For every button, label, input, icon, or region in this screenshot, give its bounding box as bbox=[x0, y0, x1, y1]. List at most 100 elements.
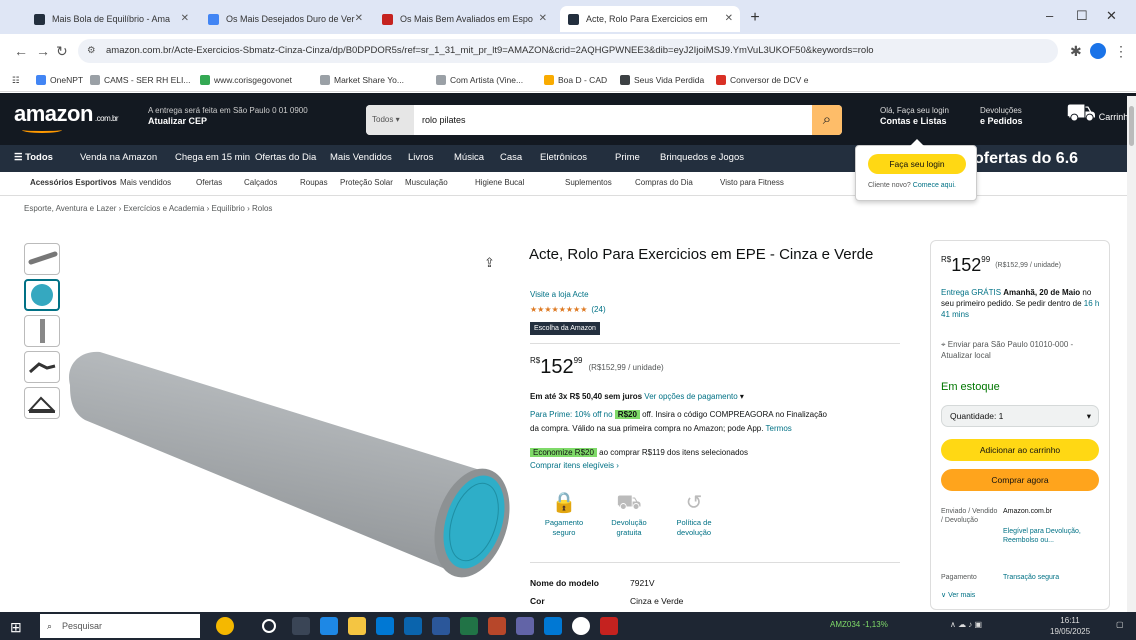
app-icon[interactable] bbox=[600, 617, 618, 635]
feature-return-policy[interactable]: ↺ Política de devolução bbox=[663, 488, 725, 538]
browser-tab-active[interactable]: Acte, Rolo Para Exercicios em ✕ bbox=[560, 6, 740, 32]
cart-button[interactable]: ⛟ Carrinho bbox=[1066, 101, 1133, 125]
reload-icon[interactable]: ↻ bbox=[56, 43, 68, 60]
thumbnail[interactable] bbox=[24, 351, 60, 383]
subnav-item[interactable]: Proteção Solar bbox=[340, 178, 393, 187]
search-input[interactable]: rolo pilates bbox=[422, 105, 466, 135]
subnav-item[interactable]: Suplementos bbox=[565, 178, 612, 187]
site-info-icon[interactable]: ⚙ bbox=[87, 39, 96, 63]
subnav-item[interactable]: Visto para Fitness bbox=[720, 178, 784, 187]
subnav-item[interactable]: Mais vendidos bbox=[120, 178, 171, 187]
stock-ticker[interactable]: AMZ034 -1,13% bbox=[830, 620, 888, 629]
apps-icon[interactable]: ☷ bbox=[12, 72, 20, 88]
bookmark-item[interactable]: CAMS - SER RH ELI... bbox=[90, 72, 190, 88]
nav-item[interactable]: Prime bbox=[615, 152, 640, 163]
thumbnail[interactable] bbox=[24, 315, 60, 347]
see-more-link[interactable]: ∨ Ver mais bbox=[941, 591, 975, 600]
deliver-to[interactable]: A entrega será feita em São Paulo 0 01 0… bbox=[148, 105, 308, 127]
system-tray-icons[interactable]: ∧ ☁ ♪ ▣ bbox=[950, 620, 982, 629]
extensions-icon[interactable]: ✱ bbox=[1070, 43, 1082, 60]
bookmark-item[interactable]: Seus Vida Perdida bbox=[620, 72, 704, 88]
bookmark-item[interactable]: www.corisgegovonet bbox=[200, 72, 292, 88]
search-icon[interactable]: ⌕ bbox=[812, 105, 842, 135]
promo-banner[interactable]: ofertas do 6.6 bbox=[974, 145, 1078, 172]
close-window-icon[interactable]: ✕ bbox=[1106, 8, 1117, 24]
task-view-icon[interactable] bbox=[292, 617, 310, 635]
store-icon[interactable] bbox=[376, 617, 394, 635]
ship-location[interactable]: ⌖ Enviar para São Paulo 01010-000 - Atua… bbox=[941, 339, 1103, 361]
scrollbar-thumb[interactable] bbox=[1129, 106, 1134, 146]
bookmark-item[interactable]: OneNPT bbox=[36, 72, 83, 88]
url-bar[interactable]: ⚙ amazon.com.br/Acte-Exercicios-Sbmatz-C… bbox=[78, 39, 1058, 63]
scrollbar[interactable] bbox=[1127, 96, 1136, 612]
powerpoint-icon[interactable] bbox=[488, 617, 506, 635]
windows-start-icon[interactable]: ⊞ bbox=[10, 619, 22, 636]
terms-link[interactable]: Termos bbox=[766, 424, 792, 433]
cortana-icon[interactable] bbox=[262, 619, 276, 633]
close-icon[interactable]: ✕ bbox=[725, 6, 733, 32]
file-explorer-icon[interactable] bbox=[348, 617, 366, 635]
nav-item[interactable]: Venda na Amazon bbox=[80, 152, 157, 163]
review-count[interactable]: (24) bbox=[591, 305, 605, 314]
buy-now-button[interactable]: Comprar agora bbox=[941, 469, 1099, 491]
account-menu[interactable]: Olá, Faça seu login Contas e Listas bbox=[880, 105, 949, 127]
close-icon[interactable]: ✕ bbox=[539, 6, 547, 32]
mail-icon[interactable] bbox=[404, 617, 422, 635]
eligible-items-link[interactable]: Comprar itens elegíveis › bbox=[530, 461, 619, 470]
quantity-select[interactable]: Quantidade: 1 ▾ bbox=[941, 405, 1099, 427]
feature-secure-payment[interactable]: 🔒 Pagamento seguro bbox=[533, 488, 595, 538]
thumbnail[interactable] bbox=[24, 243, 60, 275]
word-icon[interactable] bbox=[432, 617, 450, 635]
signin-button[interactable]: Faça seu login bbox=[868, 154, 966, 174]
maximize-icon[interactable]: ☐ bbox=[1076, 8, 1088, 24]
search-category-select[interactable]: Todos ▾ bbox=[366, 105, 414, 135]
nav-item[interactable]: Mais Vendidos bbox=[330, 152, 392, 163]
forward-icon[interactable]: → bbox=[36, 43, 50, 59]
nav-item[interactable]: Chega em 15 min bbox=[175, 152, 250, 163]
subnav-item[interactable]: Roupas bbox=[300, 178, 328, 187]
rating-stars[interactable]: ★★★★★★★★ (24) bbox=[530, 305, 606, 314]
breadcrumb[interactable]: Esporte, Aventura e Lazer › Exercícios e… bbox=[24, 204, 272, 213]
weather-icon[interactable] bbox=[216, 617, 234, 635]
subnav-item[interactable]: Compras do Dia bbox=[635, 178, 693, 187]
bookmark-item[interactable]: Market Share Yo... bbox=[320, 72, 404, 88]
browser-tab[interactable]: Mais Bola de Equilíbrio - Ama ✕ bbox=[26, 6, 196, 32]
share-icon[interactable]: ⇪ bbox=[484, 255, 495, 271]
subnav-item[interactable]: Musculação bbox=[405, 178, 448, 187]
amazon-logo[interactable]: amazon .com.br bbox=[14, 101, 119, 133]
browser-tab[interactable]: Os Mais Desejados Duro de Ver ✕ bbox=[200, 6, 370, 32]
start-here-link[interactable]: Comece aqui. bbox=[913, 182, 956, 189]
subnav-item[interactable]: Acessórios Esportivos bbox=[30, 178, 117, 187]
minimize-icon[interactable]: – bbox=[1046, 8, 1053, 23]
store-link[interactable]: Visite a loja Acte bbox=[530, 290, 589, 299]
subnav-item[interactable]: Ofertas bbox=[196, 178, 222, 187]
browser-tab[interactable]: Os Mais Bem Avaliados em Espo ✕ bbox=[374, 6, 554, 32]
nav-item[interactable]: Música bbox=[454, 152, 484, 163]
profile-avatar[interactable] bbox=[1090, 43, 1106, 59]
payment-options-link[interactable]: Ver opções de pagamento bbox=[644, 392, 737, 401]
clock[interactable]: 16:11 19/05/2025 bbox=[1050, 615, 1090, 637]
nav-item[interactable]: Brinquedos e Jogos bbox=[660, 152, 744, 163]
nav-item[interactable]: Ofertas do Dia bbox=[255, 152, 316, 163]
bookmark-item[interactable]: Com Artista (Vine... bbox=[436, 72, 523, 88]
add-to-cart-button[interactable]: Adicionar ao carrinho bbox=[941, 439, 1099, 461]
returns-value[interactable]: Elegível para Devolução, Reembolso ou... bbox=[1003, 527, 1099, 545]
bookmark-item[interactable]: Boa D - CAD bbox=[544, 72, 607, 88]
thumbnail-selected[interactable] bbox=[24, 279, 60, 311]
new-tab-button[interactable]: + bbox=[745, 8, 765, 28]
subnav-item[interactable]: Calçados bbox=[244, 178, 277, 187]
nav-all[interactable]: ☰ Todos bbox=[14, 152, 53, 163]
edge-icon[interactable] bbox=[320, 617, 338, 635]
close-icon[interactable]: ✕ bbox=[355, 6, 363, 32]
feature-free-returns[interactable]: ⛟ Devolução gratuita bbox=[598, 488, 660, 538]
payment-value[interactable]: Transação segura bbox=[1003, 573, 1099, 582]
nav-item[interactable]: Eletrônicos bbox=[540, 152, 587, 163]
outlook-icon[interactable] bbox=[544, 617, 562, 635]
close-icon[interactable]: ✕ bbox=[181, 6, 189, 32]
back-icon[interactable]: ← bbox=[14, 43, 28, 59]
subnav-item[interactable]: Higiene Bucal bbox=[475, 178, 524, 187]
excel-icon[interactable] bbox=[460, 617, 478, 635]
chrome-icon[interactable] bbox=[572, 617, 590, 635]
bookmark-item[interactable]: Conversor de DCV e bbox=[716, 72, 808, 88]
nav-item[interactable]: Livros bbox=[408, 152, 433, 163]
